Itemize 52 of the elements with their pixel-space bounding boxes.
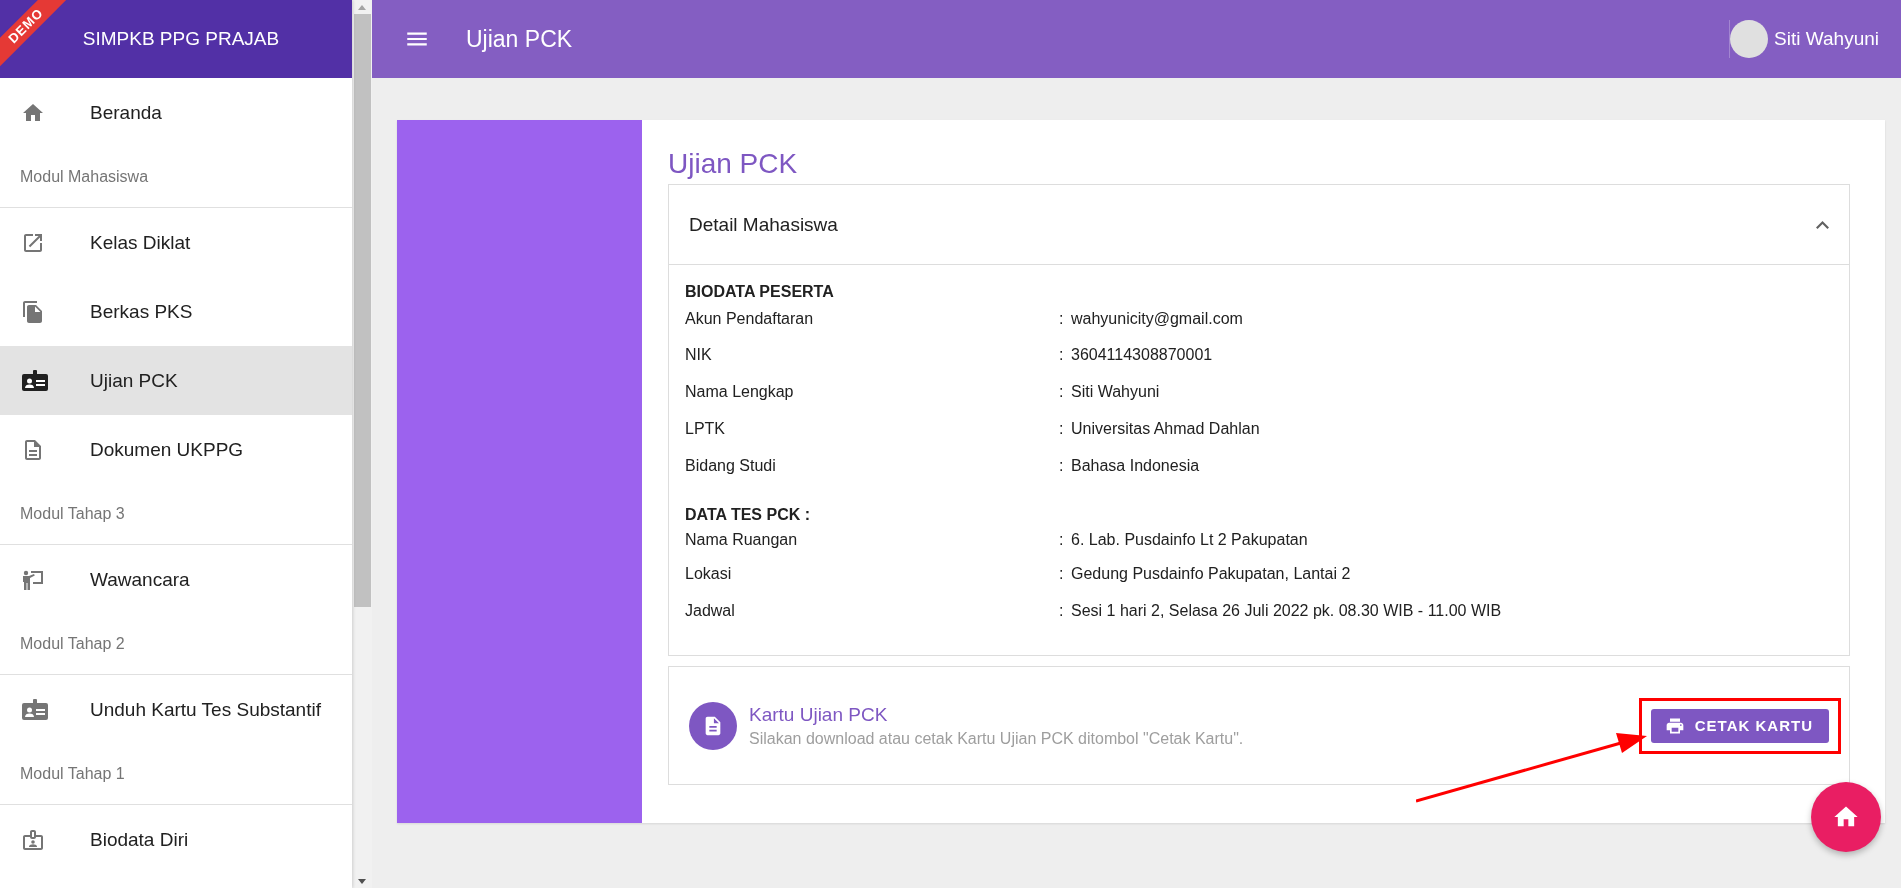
sidebar-item[interactable]: Biodata Diri (0, 805, 352, 874)
sidebar-item[interactable]: Unduh Kartu Tes Substantif (0, 675, 352, 744)
sidebar-item[interactable]: Kelas Diklat (0, 208, 352, 277)
section-heading: BIODATA PESERTA (685, 283, 835, 301)
user-name[interactable]: Siti Wahyuni (1774, 28, 1879, 50)
scroll-down-icon[interactable] (358, 878, 366, 884)
field-label: Jadwal (685, 601, 736, 620)
colon: : (1059, 309, 1065, 328)
field-value: 6. Lab. Pusdainfo Lt 2 Pakupatan (1071, 530, 1308, 549)
colon: : (1059, 419, 1065, 438)
page-header-title: Ujian PCK (466, 25, 574, 53)
field-value: Sesi 1 hari 2, Selasa 26 Juli 2022 pk. 08.30 WIB - 11.00 WIB (1071, 601, 1502, 620)
field-value: Universitas Ahmad Dahlan (1071, 419, 1260, 438)
field-label: Nama Lengkap (685, 382, 795, 401)
field-value: wahyunicity@gmail.com (1071, 309, 1243, 328)
field-label: LPTK (685, 419, 726, 438)
panel-title[interactable]: Detail Mahasiswa (689, 213, 838, 236)
page-title: Ujian PCK (668, 148, 799, 180)
colon: : (1059, 456, 1065, 475)
id-card-icon (21, 368, 49, 393)
chevron-up-icon[interactable] (1816, 220, 1829, 229)
sidebar-item[interactable]: Berkas PKS (0, 277, 352, 346)
field-label: Akun Pendaftaran (685, 309, 815, 328)
sidebar-item[interactable]: Wawancara (0, 545, 352, 614)
files-icon (21, 299, 45, 324)
scroll-up-icon[interactable] (358, 4, 366, 10)
sidebar-item[interactable]: Beranda (0, 78, 352, 147)
field-label: Nama Ruangan (685, 530, 799, 549)
field-label: Bidang Studi (685, 456, 777, 475)
app-title: SIMPKB PPG PRAJAB (81, 28, 280, 50)
section-heading: DATA TES PCK : (685, 506, 812, 524)
scrollbar[interactable] (352, 0, 372, 888)
colon: : (1059, 382, 1065, 401)
colon: : (1059, 601, 1065, 620)
sidebar-item[interactable]: Dokumen UKPPG (0, 415, 352, 484)
field-value: 3604114308870001 (1071, 345, 1213, 364)
field-value: Siti Wahyuni (1071, 382, 1160, 401)
card-title: Kartu Ujian PCK (749, 703, 889, 726)
card-description: Silakan download atau cetak Kartu Ujian PCK ditombol "Cetak Kartu". (749, 729, 1245, 748)
field-label: NIK (685, 345, 713, 364)
sidebar-item[interactable]: Ujian PCK (0, 346, 352, 415)
avatar[interactable] (1730, 20, 1769, 58)
colon: : (1059, 564, 1065, 583)
document-badge-icon (689, 701, 737, 750)
colon: : (1059, 530, 1065, 549)
field-label: Lokasi (685, 564, 733, 583)
field-value: Gedung Pusdainfo Pakupatan, Lantai 2 (1071, 564, 1351, 583)
id-portrait-icon (21, 827, 45, 852)
field-value: Bahasa Indonesia (1071, 456, 1200, 475)
id-card-icon (21, 697, 49, 722)
print-card-button[interactable]: CETAK KARTU (1650, 708, 1829, 743)
colon: : (1059, 345, 1065, 364)
